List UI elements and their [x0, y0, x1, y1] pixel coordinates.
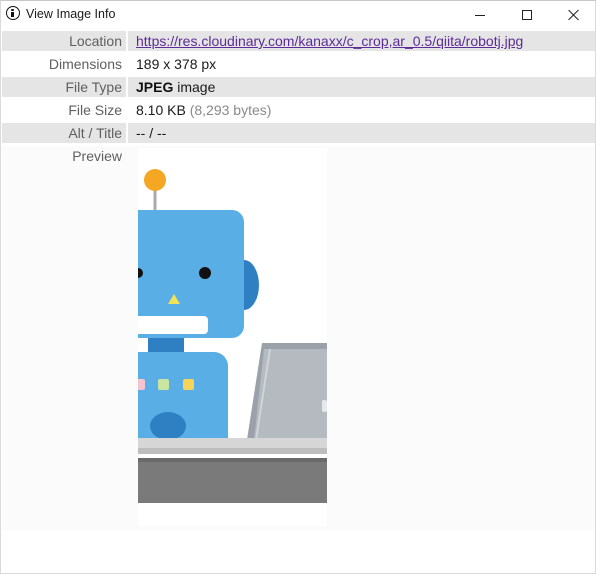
- location-label: Location: [2, 31, 126, 51]
- filesize-kb: 8.10 KB: [136, 102, 186, 118]
- preview-area: Preview: [2, 146, 595, 530]
- filetype-value: JPEG image: [128, 77, 595, 97]
- minimize-button[interactable]: [457, 1, 503, 30]
- location-value: https://res.cloudinary.com/kanaxx/c_crop…: [128, 31, 595, 51]
- dimensions-value: 189 x 378 px: [136, 56, 217, 72]
- alt-title-value: -- / --: [128, 123, 595, 143]
- dimensions-label: Dimensions: [48, 56, 122, 72]
- filetype-row: File Type JPEG image: [2, 77, 595, 100]
- alt-title-label: Alt / Title: [2, 123, 126, 143]
- info-circle-icon: [6, 6, 20, 20]
- close-button[interactable]: [549, 1, 595, 30]
- close-icon: [567, 9, 579, 21]
- filetype-format: JPEG: [136, 79, 174, 95]
- preview-image[interactable]: [138, 148, 327, 526]
- image-info-window: View Image Info Location https://res.clo…: [0, 0, 596, 574]
- maximize-button[interactable]: [503, 1, 549, 30]
- maximize-icon: [522, 10, 532, 20]
- minimize-icon: [475, 15, 485, 16]
- filetype-suffix: image: [173, 79, 216, 95]
- dimensions-row: Dimensions 189 x 378 px: [2, 54, 595, 77]
- alt-title-row: Alt / Title -- / --: [2, 123, 595, 146]
- preview-label: Preview: [72, 148, 122, 164]
- filesize-bytes: (8,293 bytes): [189, 102, 272, 118]
- location-link[interactable]: https://res.cloudinary.com/kanaxx/c_crop…: [136, 33, 523, 49]
- preview-label-pane: Preview: [2, 146, 128, 530]
- filetype-label: File Type: [2, 77, 126, 97]
- image-info-table: Location https://res.cloudinary.com/kana…: [2, 31, 595, 146]
- filesize-label: File Size: [68, 102, 122, 118]
- filesize-row: File Size 8.10 KB (8,293 bytes): [2, 100, 595, 123]
- filesize-value: 8.10 KB (8,293 bytes): [128, 100, 595, 120]
- location-row: Location https://res.cloudinary.com/kana…: [2, 31, 595, 54]
- title-bar[interactable]: View Image Info: [1, 1, 595, 30]
- window-title: View Image Info: [26, 7, 116, 21]
